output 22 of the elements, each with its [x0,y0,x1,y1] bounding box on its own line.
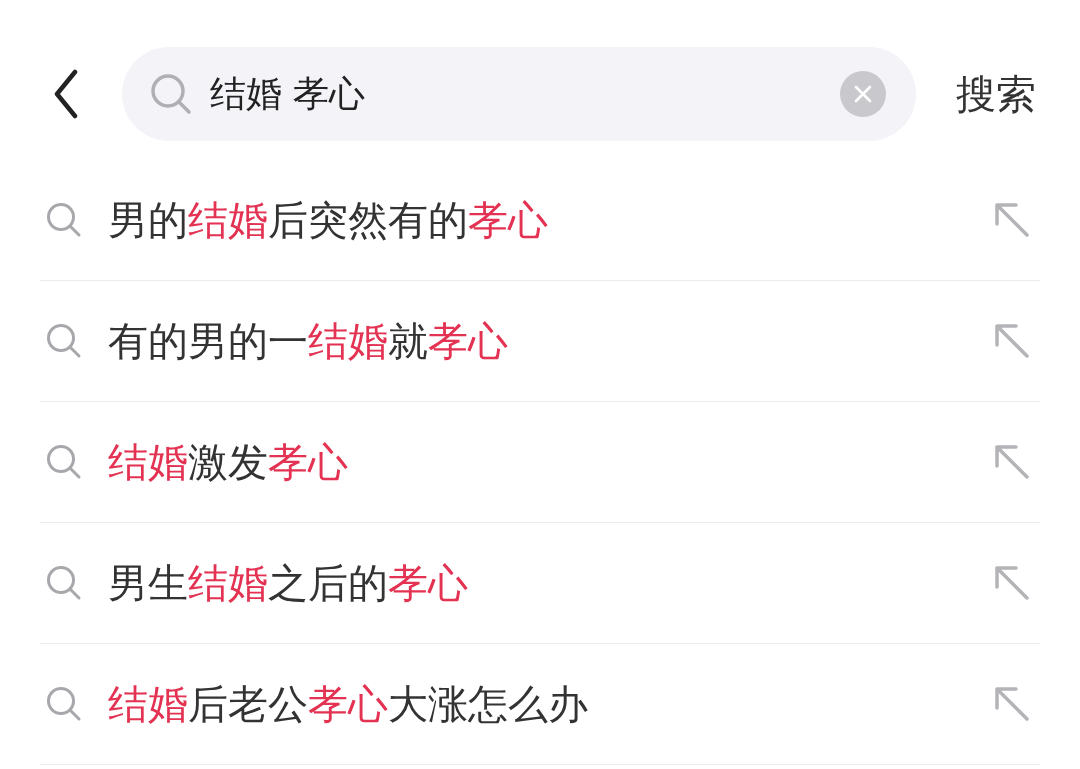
suggestion-text[interactable]: 男的结婚后突然有的孝心 [108,200,548,240]
search-query: 结婚 孝心 [210,76,366,112]
arrow-up-left-icon[interactable] [994,444,1030,480]
search-icon [150,73,192,115]
suggestion-text[interactable]: 结婚后老公孝心大涨怎么办 [108,684,588,724]
arrow-up-left-icon[interactable] [994,565,1030,601]
clear-button[interactable] [840,71,886,117]
search-field[interactable]: 结婚 孝心 [122,47,916,141]
close-icon [854,85,872,103]
suggestion-text[interactable]: 结婚激发孝心 [108,442,348,482]
back-chevron-icon [53,69,79,119]
search-button[interactable]: 搜索 [956,74,1036,114]
arrow-up-left-icon[interactable] [994,323,1030,359]
arrow-up-left-icon[interactable] [994,202,1030,238]
suggestion-text[interactable]: 男生结婚之后的孝心 [108,563,468,603]
search-icon [46,202,82,238]
arrow-up-left-icon[interactable] [994,686,1030,722]
search-icon [46,444,82,480]
suggestion-text[interactable]: 有的男的一结婚就孝心 [108,321,508,361]
search-icon [46,565,82,601]
search-icon [46,686,82,722]
search-icon [46,323,82,359]
